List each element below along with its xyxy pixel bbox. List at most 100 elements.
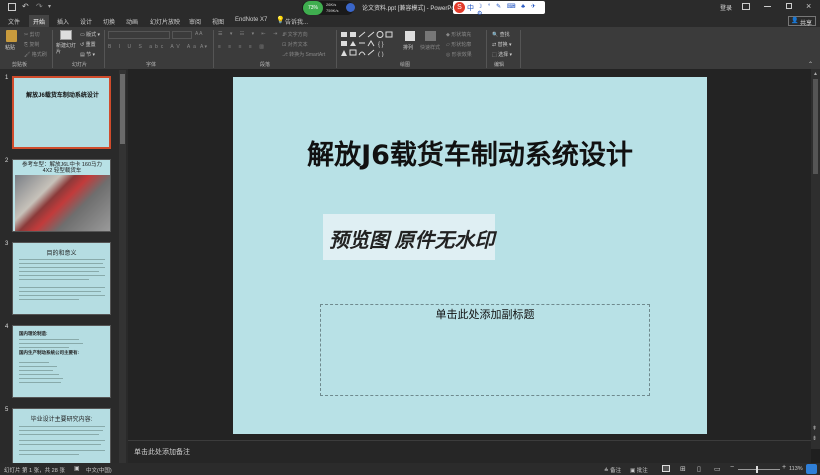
align-buttons[interactable]: ≡ ≡ ≡ ≡ ▥ bbox=[218, 44, 267, 50]
tell-me-search[interactable]: 告诉我... bbox=[285, 17, 308, 26]
notes-toggle[interactable]: ≙ 备注 bbox=[604, 466, 621, 474]
font-size-box[interactable] bbox=[172, 31, 192, 39]
shape-outline-button[interactable]: ▱ 形状轮廓 bbox=[446, 41, 471, 48]
slide-title[interactable]: 解放J6载货车制动系统设计 bbox=[233, 133, 707, 172]
quick-styles-button[interactable]: 快速样式 bbox=[420, 31, 442, 59]
arrange-button[interactable]: 排列 bbox=[403, 31, 417, 59]
normal-view-icon[interactable] bbox=[662, 465, 670, 472]
font-grow-shrink-icons[interactable]: A A bbox=[195, 31, 203, 37]
slide-1[interactable]: 解放J6载货车制动系统设计 预览图 原件无水印 单击此处添加副标题 bbox=[233, 77, 707, 434]
subtitle-placeholder[interactable]: 单击此处添加副标题 bbox=[320, 304, 650, 396]
layout-button[interactable]: ▭ 版式 ▾ bbox=[80, 31, 100, 38]
tab-review[interactable]: 审阅 bbox=[189, 17, 201, 26]
tab-file[interactable]: 文件 bbox=[8, 17, 20, 26]
text-line bbox=[19, 454, 79, 455]
slide-thumbnail-2[interactable]: 参考车型：解放J6L中卡 160马力 4X2 轻型载货车 bbox=[12, 159, 111, 232]
save-icon[interactable] bbox=[8, 3, 16, 11]
next-slide-icon[interactable]: ⇟ bbox=[812, 435, 817, 442]
close-icon[interactable]: × bbox=[806, 1, 811, 11]
slide-sorter-icon[interactable]: ⊞ bbox=[680, 465, 686, 473]
scrollbar-thumb[interactable] bbox=[120, 74, 125, 144]
tab-view[interactable]: 视图 bbox=[212, 17, 224, 26]
copy-button[interactable]: ⎘ 复制 bbox=[24, 41, 39, 48]
thumbnail-scrollbar[interactable] bbox=[119, 70, 126, 465]
customize-qat-icon[interactable]: ▾ bbox=[48, 3, 51, 10]
slide-thumbnail-3[interactable]: 目的和意义 bbox=[12, 242, 111, 315]
zoom-level[interactable]: 113% bbox=[789, 466, 803, 472]
tab-animations[interactable]: 动画 bbox=[126, 17, 138, 26]
shape-effects-label: 形状效果 bbox=[451, 52, 472, 58]
slideshow-view-icon[interactable]: ▭ bbox=[714, 465, 721, 473]
select-button[interactable]: ⬚ 选择 ▾ bbox=[492, 51, 512, 58]
section-button[interactable]: ▤ 节 ▾ bbox=[80, 51, 95, 58]
undo-icon[interactable]: ↶ bbox=[22, 2, 29, 11]
font-name-box[interactable] bbox=[108, 31, 170, 39]
text-direction-button[interactable]: ⇵ 文字方向 bbox=[282, 31, 308, 38]
language-indicator[interactable]: 中文(中国) bbox=[86, 466, 112, 474]
smartart-button[interactable]: ⎇ 转换为 SmartArt bbox=[282, 51, 325, 58]
spellcheck-icon[interactable]: ▣ bbox=[74, 465, 80, 472]
shape-fill-button[interactable]: ◆ 形状填充 bbox=[446, 31, 471, 38]
copy-label: 复制 bbox=[29, 42, 40, 48]
text-line bbox=[19, 370, 53, 371]
collapse-ribbon-icon[interactable]: ⌃ bbox=[808, 61, 813, 68]
zoom-slider[interactable] bbox=[738, 466, 780, 473]
tab-endnote[interactable]: EndNote X7 bbox=[235, 17, 267, 23]
font-style-buttons[interactable]: B I U S abc AV Aa bbox=[108, 44, 199, 50]
scroll-up-icon[interactable]: ▲ bbox=[813, 71, 818, 77]
ribbon-tabs: 文件 开始 插入 设计 切换 动画 幻灯片放映 审阅 视图 EndNote X7… bbox=[0, 15, 820, 27]
fit-slide-icon[interactable] bbox=[806, 464, 817, 474]
tab-transitions[interactable]: 切换 bbox=[103, 17, 115, 26]
paste-button[interactable]: 粘贴 bbox=[4, 30, 20, 54]
tab-slideshow[interactable]: 幻灯片放映 bbox=[150, 17, 180, 26]
sogou-toolbar[interactable]: S 中 ☽ ° ✎ ⌨ ♣ ✈ ⚙ bbox=[453, 1, 545, 17]
divider bbox=[213, 30, 214, 68]
thumb-title: 参考车型：解放J6L中卡 160马力 4X2 轻型载货车 bbox=[21, 162, 103, 174]
minimize-icon[interactable] bbox=[764, 6, 771, 7]
tab-insert[interactable]: 插入 bbox=[57, 17, 69, 26]
slide-thumbnail-5[interactable]: 毕业设计主要研究内容: bbox=[12, 408, 111, 466]
share-icon: 👤 bbox=[791, 18, 799, 24]
svg-text:{ }: { } bbox=[378, 42, 384, 48]
thumb-title: 目的和意义 bbox=[46, 251, 77, 257]
shape-fill-label: 形状填充 bbox=[451, 32, 472, 38]
zoom-in-icon[interactable]: + bbox=[782, 464, 786, 471]
align-text-button[interactable]: ⊡ 对齐文本 bbox=[282, 41, 308, 48]
shapes-gallery-icons: { } ( ) bbox=[341, 31, 393, 57]
find-button[interactable]: 🔍 查找 bbox=[492, 31, 510, 38]
replace-button[interactable]: ⇄ 替换 ▾ bbox=[492, 41, 512, 48]
thumb-number: 4 bbox=[5, 324, 9, 330]
redo-icon[interactable]: ↷ bbox=[36, 2, 43, 11]
font-color-button[interactable]: A ▾ bbox=[200, 44, 207, 50]
login-link[interactable]: 登录 bbox=[720, 3, 732, 12]
slide-thumbnail-1[interactable]: 解放J6载货车制动系统设计 bbox=[12, 76, 111, 149]
cpu-gauge: 73% bbox=[303, 1, 323, 15]
maximize-icon[interactable] bbox=[786, 3, 792, 9]
shapes-gallery[interactable]: { } ( ) bbox=[340, 31, 398, 57]
shape-effects-button[interactable]: ◎ 形状效果 bbox=[446, 51, 472, 58]
list-buttons[interactable]: ☰ ▾ ☷ ▾ ⇤ ⇥ ↕ bbox=[218, 31, 290, 37]
slide-scrollbar[interactable]: ▲ ⇞ ⇟ bbox=[811, 69, 820, 449]
tab-design[interactable]: 设计 bbox=[80, 17, 92, 26]
slide-thumbnail-4[interactable]: 国内理论制造: 国内生产制动系统公司主要有: bbox=[12, 325, 111, 398]
text-line bbox=[19, 339, 79, 340]
text-line bbox=[19, 382, 61, 383]
format-painter-button[interactable]: 🖌 格式刷 bbox=[24, 51, 47, 58]
reading-view-icon[interactable]: ▯ bbox=[697, 465, 701, 473]
cut-button[interactable]: ✂ 剪切 bbox=[24, 31, 40, 38]
section-label: 节 bbox=[86, 52, 92, 58]
scrollbar-thumb[interactable] bbox=[813, 79, 818, 174]
zoom-out-icon[interactable]: − bbox=[730, 464, 734, 471]
new-slide-button[interactable]: 新建幻灯片 bbox=[56, 30, 76, 58]
zoom-slider-thumb[interactable] bbox=[756, 466, 758, 473]
ribbon-display-icon[interactable] bbox=[742, 3, 750, 10]
notes-placeholder: 单击此处添加备注 bbox=[134, 449, 190, 456]
notes-pane[interactable]: 单击此处添加备注 bbox=[128, 440, 811, 463]
share-button[interactable]: 👤 共享 bbox=[788, 16, 816, 27]
comments-toggle[interactable]: ▣ 批注 bbox=[630, 466, 648, 474]
tab-home[interactable]: 开始 bbox=[29, 15, 50, 27]
find-label: 查找 bbox=[499, 32, 510, 38]
watermark-text: 预览图 原件无水印 bbox=[329, 230, 495, 252]
prev-slide-icon[interactable]: ⇞ bbox=[812, 425, 817, 432]
reset-button[interactable]: ↺ 重置 bbox=[80, 41, 96, 48]
